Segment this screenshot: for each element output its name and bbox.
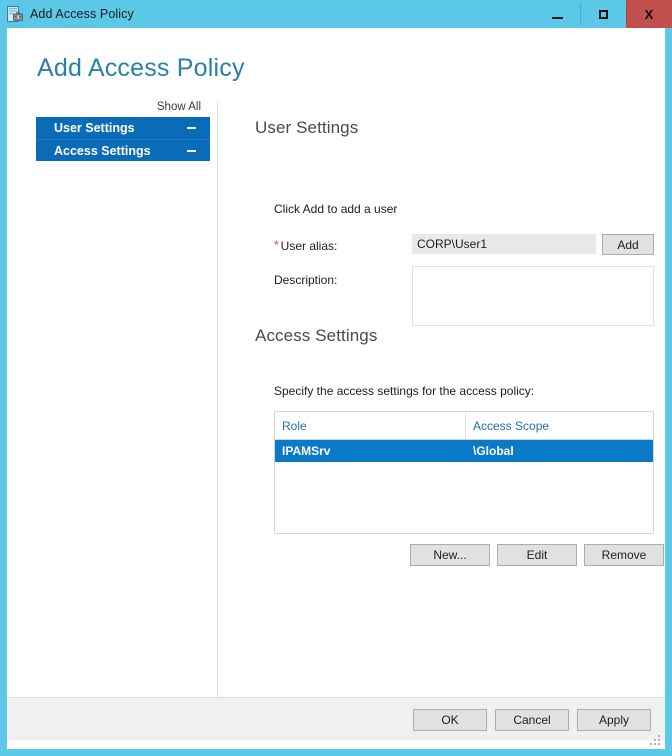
- ok-button[interactable]: OK: [413, 709, 487, 731]
- table-header-role[interactable]: Role: [275, 412, 466, 439]
- nav-item-label: User Settings: [54, 121, 135, 135]
- minimize-icon: [551, 16, 563, 19]
- access-settings-hint: Specify the access settings for the acce…: [274, 384, 535, 398]
- new-button[interactable]: New...: [410, 544, 490, 566]
- table-action-buttons: New... Edit Remove: [410, 544, 664, 566]
- table-header-row: Role Access Scope: [275, 412, 653, 440]
- maximize-button[interactable]: [580, 0, 626, 28]
- description-label: Description:: [274, 273, 338, 287]
- table-header-access-scope[interactable]: Access Scope: [466, 412, 653, 439]
- nav-item-label: Access Settings: [54, 143, 151, 158]
- access-settings-heading: Access Settings: [255, 326, 378, 345]
- resize-grip[interactable]: [650, 735, 662, 747]
- minus-icon[interactable]: [187, 127, 196, 129]
- maximize-icon: [598, 9, 608, 19]
- user-settings-heading: User Settings: [255, 118, 359, 137]
- cell-role: IPAMSrv: [282, 444, 331, 458]
- apply-button[interactable]: Apply: [577, 709, 651, 731]
- title-bar[interactable]: Add Access Policy X: [0, 0, 672, 28]
- access-policy-icon: [7, 6, 23, 22]
- nav-content-divider: [217, 102, 218, 706]
- add-access-policy-window: Add Access Policy X Add Access Policy Sh…: [0, 0, 672, 756]
- close-button[interactable]: X: [626, 0, 672, 28]
- add-user-button[interactable]: Add: [602, 234, 654, 255]
- user-settings-hint: Click Add to add a user: [274, 202, 398, 216]
- edit-button[interactable]: Edit: [497, 544, 577, 566]
- show-all-link[interactable]: Show All: [36, 100, 210, 117]
- minus-icon[interactable]: [187, 149, 196, 152]
- user-alias-label: * User alias:: [274, 239, 337, 253]
- minimize-button[interactable]: [534, 0, 580, 28]
- footer-buttons: OK Cancel Apply: [413, 709, 651, 731]
- section-navigation: Show All User Settings Access Settings: [36, 100, 210, 161]
- nav-item-access-settings[interactable]: Access Settings: [36, 139, 210, 161]
- required-marker: *: [274, 238, 279, 252]
- user-alias-label-text: User alias:: [280, 239, 338, 253]
- user-alias-input[interactable]: [412, 234, 596, 254]
- dialog-client-area: Add Access Policy Show All User Settings…: [7, 28, 665, 749]
- description-input[interactable]: [412, 266, 654, 326]
- table-row[interactable]: IPAMSrv \Global: [275, 440, 653, 462]
- page-title: Add Access Policy: [37, 54, 245, 82]
- nav-item-user-settings[interactable]: User Settings: [36, 117, 210, 139]
- dialog-footer: OK Cancel Apply: [7, 697, 665, 740]
- remove-button[interactable]: Remove: [584, 544, 664, 566]
- cancel-button[interactable]: Cancel: [495, 709, 569, 731]
- close-icon: X: [644, 6, 654, 22]
- cell-access-scope: \Global: [473, 444, 514, 458]
- access-settings-table[interactable]: Role Access Scope IPAMSrv \Global: [274, 411, 654, 534]
- window-controls: X: [534, 0, 672, 28]
- window-title: Add Access Policy: [30, 7, 134, 21]
